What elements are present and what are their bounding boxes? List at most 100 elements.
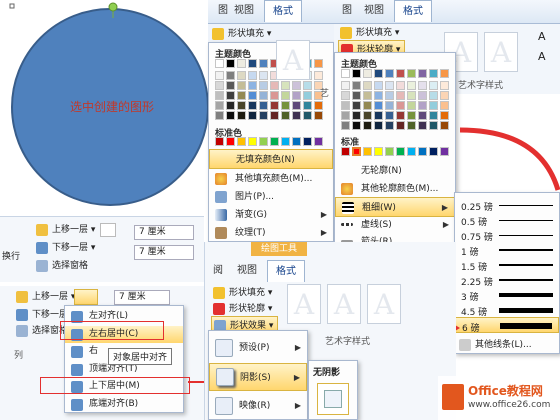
wordart-style-6[interactable]: A (367, 284, 401, 324)
color-swatch[interactable] (248, 111, 257, 120)
color-swatch[interactable] (292, 111, 301, 120)
more-fill-colors-item[interactable]: 其他填充颜色(M)... (209, 169, 333, 189)
color-swatch[interactable] (341, 121, 350, 130)
color-swatch[interactable] (259, 71, 268, 80)
color-swatch[interactable] (226, 101, 235, 110)
color-swatch[interactable] (226, 111, 235, 120)
shadow-item[interactable]: 阴影(S) ▶ (209, 363, 307, 391)
standard-color-swatch[interactable] (407, 147, 416, 156)
color-swatch[interactable] (314, 71, 323, 80)
standard-color-swatch[interactable] (429, 147, 438, 156)
color-swatch[interactable] (418, 101, 427, 110)
color-swatch[interactable] (440, 69, 449, 78)
color-swatch[interactable] (429, 121, 438, 130)
color-swatch[interactable] (248, 91, 257, 100)
color-swatch[interactable] (407, 69, 416, 78)
color-swatch[interactable] (440, 111, 449, 120)
size-field[interactable]: 7 厘米 (114, 290, 170, 305)
color-swatch[interactable] (281, 91, 290, 100)
color-swatch[interactable] (374, 121, 383, 130)
color-swatch[interactable] (429, 111, 438, 120)
color-swatch[interactable] (341, 91, 350, 100)
standard-color-swatch[interactable] (374, 147, 383, 156)
color-swatch[interactable] (374, 91, 383, 100)
reflection-item[interactable]: 映像(R) ▶ (209, 393, 307, 419)
color-swatch[interactable] (429, 81, 438, 90)
no-outline-item[interactable]: 无轮廓(N) (335, 161, 455, 181)
color-swatch[interactable] (374, 101, 383, 110)
color-swatch[interactable] (429, 91, 438, 100)
color-swatch[interactable] (341, 81, 350, 90)
color-swatch[interactable] (270, 91, 279, 100)
color-swatch[interactable] (248, 59, 257, 68)
color-swatch[interactable] (385, 101, 394, 110)
standard-color-swatch[interactable] (363, 147, 372, 156)
color-swatch[interactable] (374, 69, 383, 78)
tab-view-right[interactable]: 视图 (356, 0, 392, 22)
color-swatch[interactable] (215, 59, 224, 68)
color-swatch[interactable] (407, 111, 416, 120)
color-swatch[interactable] (396, 101, 405, 110)
color-swatch[interactable] (418, 91, 427, 100)
tab-view[interactable]: 视图 (226, 0, 262, 22)
color-swatch[interactable] (270, 81, 279, 90)
color-swatch[interactable] (237, 81, 246, 90)
color-swatch[interactable] (259, 59, 268, 68)
color-swatch[interactable] (352, 101, 361, 110)
color-swatch[interactable] (418, 111, 427, 120)
align-option[interactable]: 底端对齐(B) (65, 396, 183, 413)
color-swatch[interactable] (270, 101, 279, 110)
bring-forward-button[interactable]: 上移一层 ▾ (34, 221, 95, 239)
more-outline-colors-item[interactable]: 其他轮廓颜色(M)... (335, 179, 455, 199)
color-swatch[interactable] (396, 91, 405, 100)
color-swatch[interactable] (341, 69, 350, 78)
standard-color-swatch[interactable] (259, 137, 268, 146)
color-swatch[interactable] (314, 59, 323, 68)
align-button[interactable] (100, 223, 116, 237)
color-swatch[interactable] (314, 101, 323, 110)
color-swatch[interactable] (226, 91, 235, 100)
text-fill-icon[interactable]: A (538, 30, 546, 43)
wordart-style-3[interactable]: A (484, 32, 518, 72)
color-swatch[interactable] (237, 91, 246, 100)
standard-color-swatch[interactable] (314, 137, 323, 146)
color-swatch[interactable] (248, 71, 257, 80)
color-swatch[interactable] (407, 91, 416, 100)
color-swatch[interactable] (352, 121, 361, 130)
color-swatch[interactable] (407, 121, 416, 130)
width-field[interactable]: 7 厘米 (134, 245, 194, 260)
color-swatch[interactable] (303, 91, 312, 100)
color-swatch[interactable] (363, 121, 372, 130)
color-swatch[interactable] (215, 81, 224, 90)
standard-color-swatch[interactable] (215, 137, 224, 146)
text-outline-icon[interactable]: A (538, 50, 546, 63)
shape-fill-button[interactable]: 形状填充 ▾ (210, 25, 271, 43)
color-swatch[interactable] (363, 91, 372, 100)
align-dropdown-button[interactable] (74, 289, 98, 305)
color-swatch[interactable] (292, 81, 301, 90)
bring-forward-button-2[interactable]: 上移一层 ▾ (14, 288, 75, 306)
tab-format[interactable]: 格式 (264, 0, 302, 22)
color-swatch[interactable] (396, 69, 405, 78)
color-swatch[interactable] (237, 101, 246, 110)
standard-color-swatch[interactable] (303, 137, 312, 146)
tab-view-effects[interactable]: 视图 (229, 260, 265, 282)
weight-item[interactable]: 粗细(W) ▶ (335, 197, 455, 217)
standard-color-swatch[interactable] (248, 137, 257, 146)
color-swatch[interactable] (374, 81, 383, 90)
color-swatch[interactable] (259, 81, 268, 90)
color-swatch[interactable] (259, 101, 268, 110)
color-swatch[interactable] (215, 111, 224, 120)
color-swatch[interactable] (363, 101, 372, 110)
color-swatch[interactable] (385, 121, 394, 130)
color-swatch[interactable] (363, 111, 372, 120)
color-swatch[interactable] (385, 81, 394, 90)
color-swatch[interactable] (440, 81, 449, 90)
no-fill-item[interactable]: 无填充颜色(N) (209, 149, 333, 169)
color-swatch[interactable] (281, 81, 290, 90)
color-swatch[interactable] (215, 101, 224, 110)
color-swatch[interactable] (226, 81, 235, 90)
wordart-style-1[interactable]: A (276, 40, 310, 80)
standard-color-swatch[interactable] (341, 147, 350, 156)
color-swatch[interactable] (418, 121, 427, 130)
